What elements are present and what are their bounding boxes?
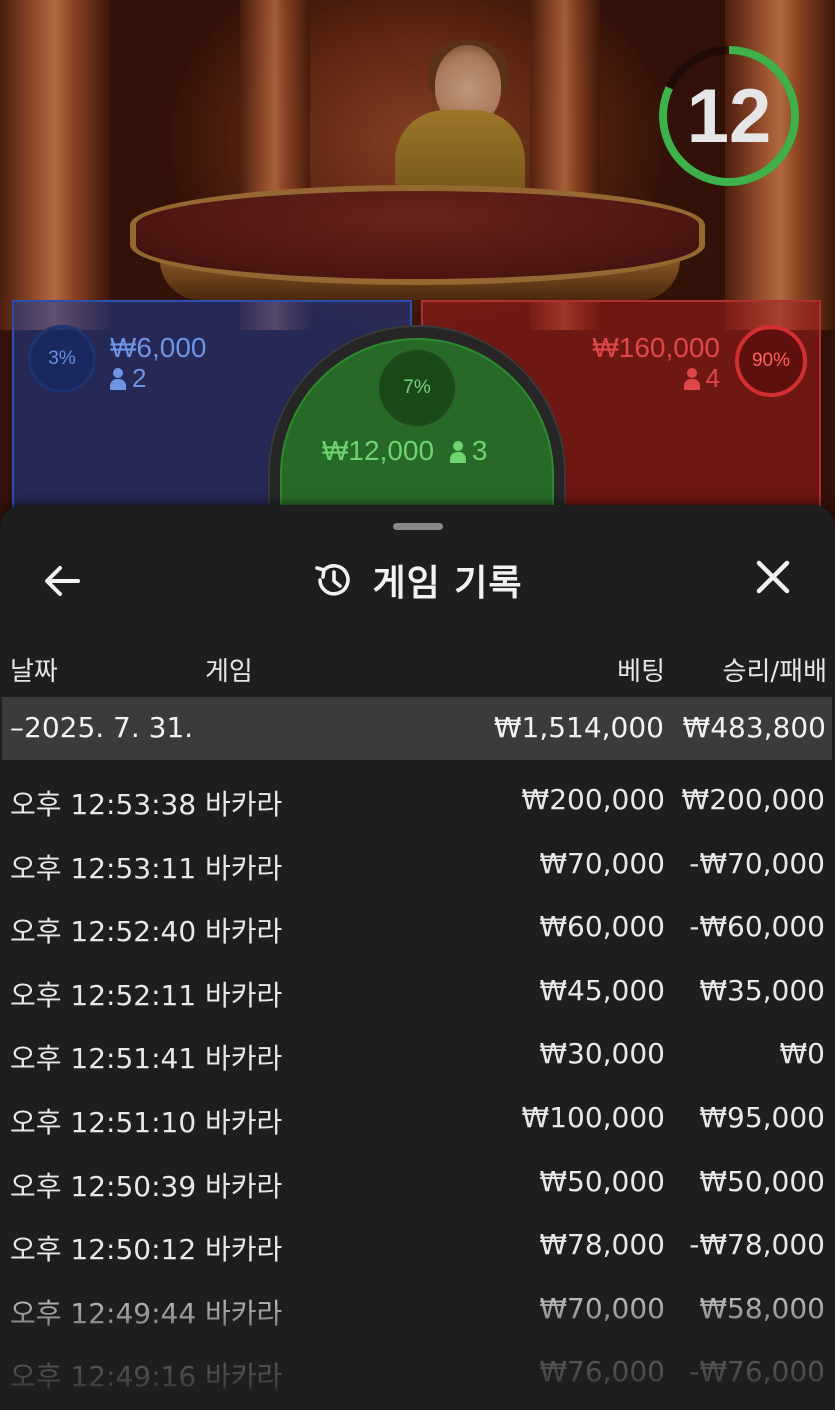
row-bet: ₩100,000 bbox=[521, 1100, 665, 1134]
row-game: 바카라 bbox=[205, 1169, 283, 1203]
row-bet: ₩30,000 bbox=[539, 1037, 665, 1071]
column-header-win-loss[interactable]: 승리/패배 bbox=[723, 651, 827, 688]
table-row[interactable]: 오후 12:50:39 바카라 ₩50,000 ₩50,000 bbox=[0, 1150, 835, 1214]
row-time: 오후 12:53:11 bbox=[10, 851, 197, 885]
tie-bettor-count: 3 bbox=[471, 435, 488, 466]
column-header-bet[interactable]: 베팅 bbox=[617, 651, 665, 688]
row-game: 바카라 bbox=[205, 1105, 283, 1139]
row-bet: ₩70,000 bbox=[539, 846, 665, 880]
table-row[interactable]: 오후 12:49:16 바카라 ₩76,000 -₩76,000 bbox=[0, 1340, 835, 1404]
row-win-loss: ₩35,000 bbox=[699, 973, 825, 1007]
player-bettor-count-row: 2 bbox=[110, 363, 207, 393]
day-summary-row[interactable]: –2025. 7. 31. ₩1,514,000 ₩483,800 bbox=[2, 697, 832, 760]
row-game: 바카라 bbox=[205, 1296, 283, 1330]
day-date: –2025. 7. 31. bbox=[10, 711, 194, 744]
day-win-loss-total: ₩483,800 bbox=[682, 711, 826, 744]
row-time: 오후 12:51:10 bbox=[10, 1105, 197, 1139]
column-header-game[interactable]: 게임 bbox=[205, 651, 253, 688]
tie-percentage: 7% bbox=[379, 350, 455, 426]
table-row[interactable]: 오후 12:51:41 바카라 ₩30,000 ₩0 bbox=[0, 1022, 835, 1086]
player-bet-summary: ₩6,000 2 bbox=[110, 333, 207, 393]
row-win-loss: ₩200,000 bbox=[681, 783, 825, 816]
row-win-loss: ₩0 bbox=[779, 1037, 826, 1071]
person-icon bbox=[110, 368, 126, 390]
tie-bet-amount: ₩12,000 bbox=[322, 435, 435, 466]
row-time: 오후 12:49:44 bbox=[10, 1296, 197, 1330]
table-row[interactable]: 오후 12:51:10 바카라 ₩100,000 ₩95,000 bbox=[0, 1086, 835, 1150]
table-row[interactable]: 오후 12:53:38 바카라 ₩200,000 ₩200,000 bbox=[0, 768, 835, 832]
row-win-loss: -₩78,000 bbox=[689, 1228, 825, 1262]
banker-bet-amount: ₩160,000 bbox=[592, 332, 720, 363]
row-bet: ₩50,000 bbox=[539, 1164, 665, 1198]
countdown-number: 12 bbox=[686, 73, 772, 159]
close-icon bbox=[756, 560, 790, 594]
player-percentage: 3% bbox=[28, 325, 96, 393]
live-game-screen: 12 3% 7% 90% ₩6,000 2 ₩160,000 4 ₩12,000… bbox=[0, 0, 835, 1410]
countdown-timer: 12 bbox=[655, 42, 803, 190]
row-win-loss: ₩95,000 bbox=[699, 1100, 825, 1134]
sheet-drag-handle[interactable] bbox=[393, 523, 443, 530]
row-bet: ₩76,000 bbox=[539, 1355, 665, 1389]
tie-bet-summary: ₩12,000 3 bbox=[322, 436, 487, 466]
row-time: 오후 12:52:40 bbox=[10, 915, 197, 949]
row-time: 오후 12:51:41 bbox=[10, 1042, 197, 1076]
banker-percentage: 90% bbox=[735, 325, 807, 397]
player-bettor-count: 2 bbox=[132, 363, 147, 393]
row-win-loss: -₩76,000 bbox=[689, 1355, 825, 1389]
row-game: 바카라 bbox=[205, 1042, 283, 1076]
row-bet: ₩60,000 bbox=[539, 910, 665, 944]
row-win-loss: -₩70,000 bbox=[689, 846, 825, 880]
day-bet-total: ₩1,514,000 bbox=[493, 711, 664, 744]
row-game: 바카라 bbox=[205, 788, 283, 821]
table-header: 날짜 게임 베팅 승리/패배 bbox=[0, 645, 835, 695]
row-game: 바카라 bbox=[205, 1360, 283, 1394]
person-icon bbox=[683, 368, 700, 390]
row-game: 바카라 bbox=[205, 978, 283, 1012]
history-list: 오후 12:53:38 바카라 ₩200,000 ₩200,000 오후 12:53:1… bbox=[0, 768, 835, 1404]
banker-bet-summary: ₩160,000 4 bbox=[592, 332, 720, 394]
row-game: 바카라 bbox=[205, 915, 283, 949]
person-icon bbox=[449, 441, 466, 463]
row-win-loss: ₩58,000 bbox=[699, 1291, 825, 1325]
table-row[interactable]: 오후 12:49:44 바카라 ₩70,000 ₩58,000 bbox=[0, 1277, 835, 1341]
player-bet-amount: ₩6,000 bbox=[110, 332, 207, 363]
sheet-title: 게임 기록 bbox=[312, 554, 522, 606]
table-row[interactable]: 오후 12:52:40 바카라 ₩60,000 -₩60,000 bbox=[0, 895, 835, 959]
row-time: 오후 12:50:12 bbox=[10, 1233, 197, 1267]
row-game: 바카라 bbox=[205, 1233, 283, 1267]
row-time: 오후 12:50:39 bbox=[10, 1169, 197, 1203]
row-time: 오후 12:52:11 bbox=[10, 978, 197, 1012]
banker-bettor-count: 4 bbox=[705, 363, 720, 393]
row-win-loss: -₩60,000 bbox=[689, 910, 825, 944]
banker-bettor-count-row: 4 bbox=[592, 363, 720, 393]
table-row[interactable]: 오후 12:50:12 바카라 ₩78,000 -₩78,000 bbox=[0, 1213, 835, 1277]
row-bet: ₩45,000 bbox=[539, 973, 665, 1007]
game-history-sheet: 게임 기록 날짜 게임 베팅 승리/패배 –2025. 7. 31. ₩1,51… bbox=[0, 505, 835, 1410]
row-bet: ₩70,000 bbox=[539, 1291, 665, 1325]
table-row[interactable]: 오후 12:52:11 바카라 ₩45,000 ₩35,000 bbox=[0, 959, 835, 1023]
close-button[interactable] bbox=[748, 552, 798, 602]
row-win-loss: ₩50,000 bbox=[699, 1164, 825, 1198]
row-time: 오후 12:53:38 bbox=[10, 788, 197, 821]
row-bet: ₩78,000 bbox=[539, 1228, 665, 1262]
table-row[interactable]: 오후 12:53:11 바카라 ₩70,000 -₩70,000 bbox=[0, 832, 835, 896]
sheet-header: 게임 기록 bbox=[0, 545, 835, 615]
row-game: 바카라 bbox=[205, 851, 283, 885]
history-icon bbox=[315, 564, 351, 596]
row-time: 오후 12:49:16 bbox=[10, 1360, 197, 1394]
page-title: 게임 기록 bbox=[372, 563, 523, 604]
column-header-date[interactable]: 날짜 bbox=[10, 651, 58, 688]
row-bet: ₩200,000 bbox=[521, 783, 665, 816]
